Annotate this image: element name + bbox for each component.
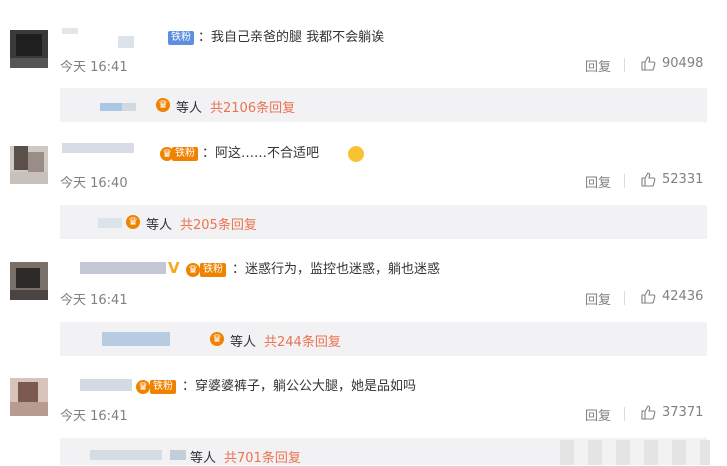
divider: [624, 407, 625, 421]
fan-crown-icon: ♛: [136, 380, 150, 394]
username-blurred: [170, 450, 186, 460]
watermark-blur: [560, 440, 710, 465]
reply-users-label: 等人: [190, 451, 217, 466]
thumbs-up-icon[interactable]: [640, 404, 656, 420]
comment-time: 今天 16:41: [60, 409, 128, 424]
comment-item: ♛ 铁粉 ：穿婆婆裤子，躺公公大腿，她是品如吗 今天 16:41 回复 3737…: [0, 0, 727, 466]
reply-button[interactable]: 回复: [585, 405, 611, 424]
avatar[interactable]: [10, 378, 48, 416]
reply-count-link[interactable]: 共701条回复: [224, 447, 301, 466]
comment-text: ：穿婆婆裤子，躺公公大腿，她是品如吗: [182, 379, 417, 394]
username-blurred[interactable]: [80, 379, 132, 391]
username-blurred: [90, 450, 162, 460]
tiefen-badge: 铁粉: [150, 380, 176, 394]
like-count: 37371: [662, 405, 704, 420]
